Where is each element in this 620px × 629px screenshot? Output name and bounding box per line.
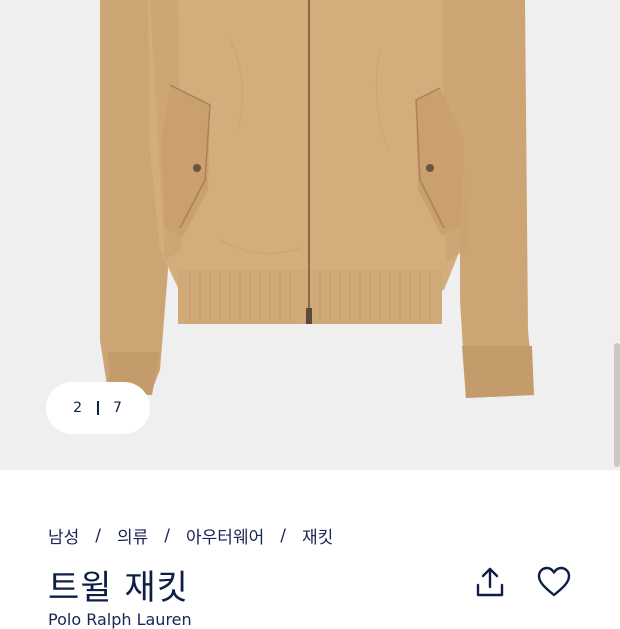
breadcrumb-separator: / (95, 525, 102, 546)
product-title: 트윌 재킷 (48, 568, 189, 608)
share-icon (476, 567, 504, 597)
image-counter-total: 7 (113, 400, 123, 416)
share-button[interactable] (470, 562, 510, 602)
image-counter-separator (97, 401, 99, 415)
wishlist-button[interactable] (534, 562, 574, 602)
product-image-gallery[interactable]: 2 7 (0, 0, 620, 470)
breadcrumb-item-men[interactable]: 남성 (48, 523, 79, 548)
breadcrumb-separator: / (164, 525, 171, 546)
heart-icon (537, 566, 571, 597)
breadcrumb-item-outerwear[interactable]: 아우터웨어 (186, 523, 264, 548)
image-counter: 2 7 (46, 382, 150, 434)
breadcrumb-item-clothing[interactable]: 의류 (117, 523, 148, 548)
breadcrumb: 남성 / 의류 / 아우터웨어 / 재킷 (48, 523, 333, 549)
breadcrumb-separator: / (280, 525, 286, 546)
gallery-scrollbar[interactable] (614, 343, 620, 467)
breadcrumb-item-jackets[interactable]: 재킷 (302, 523, 333, 548)
image-counter-current: 2 (73, 400, 83, 416)
